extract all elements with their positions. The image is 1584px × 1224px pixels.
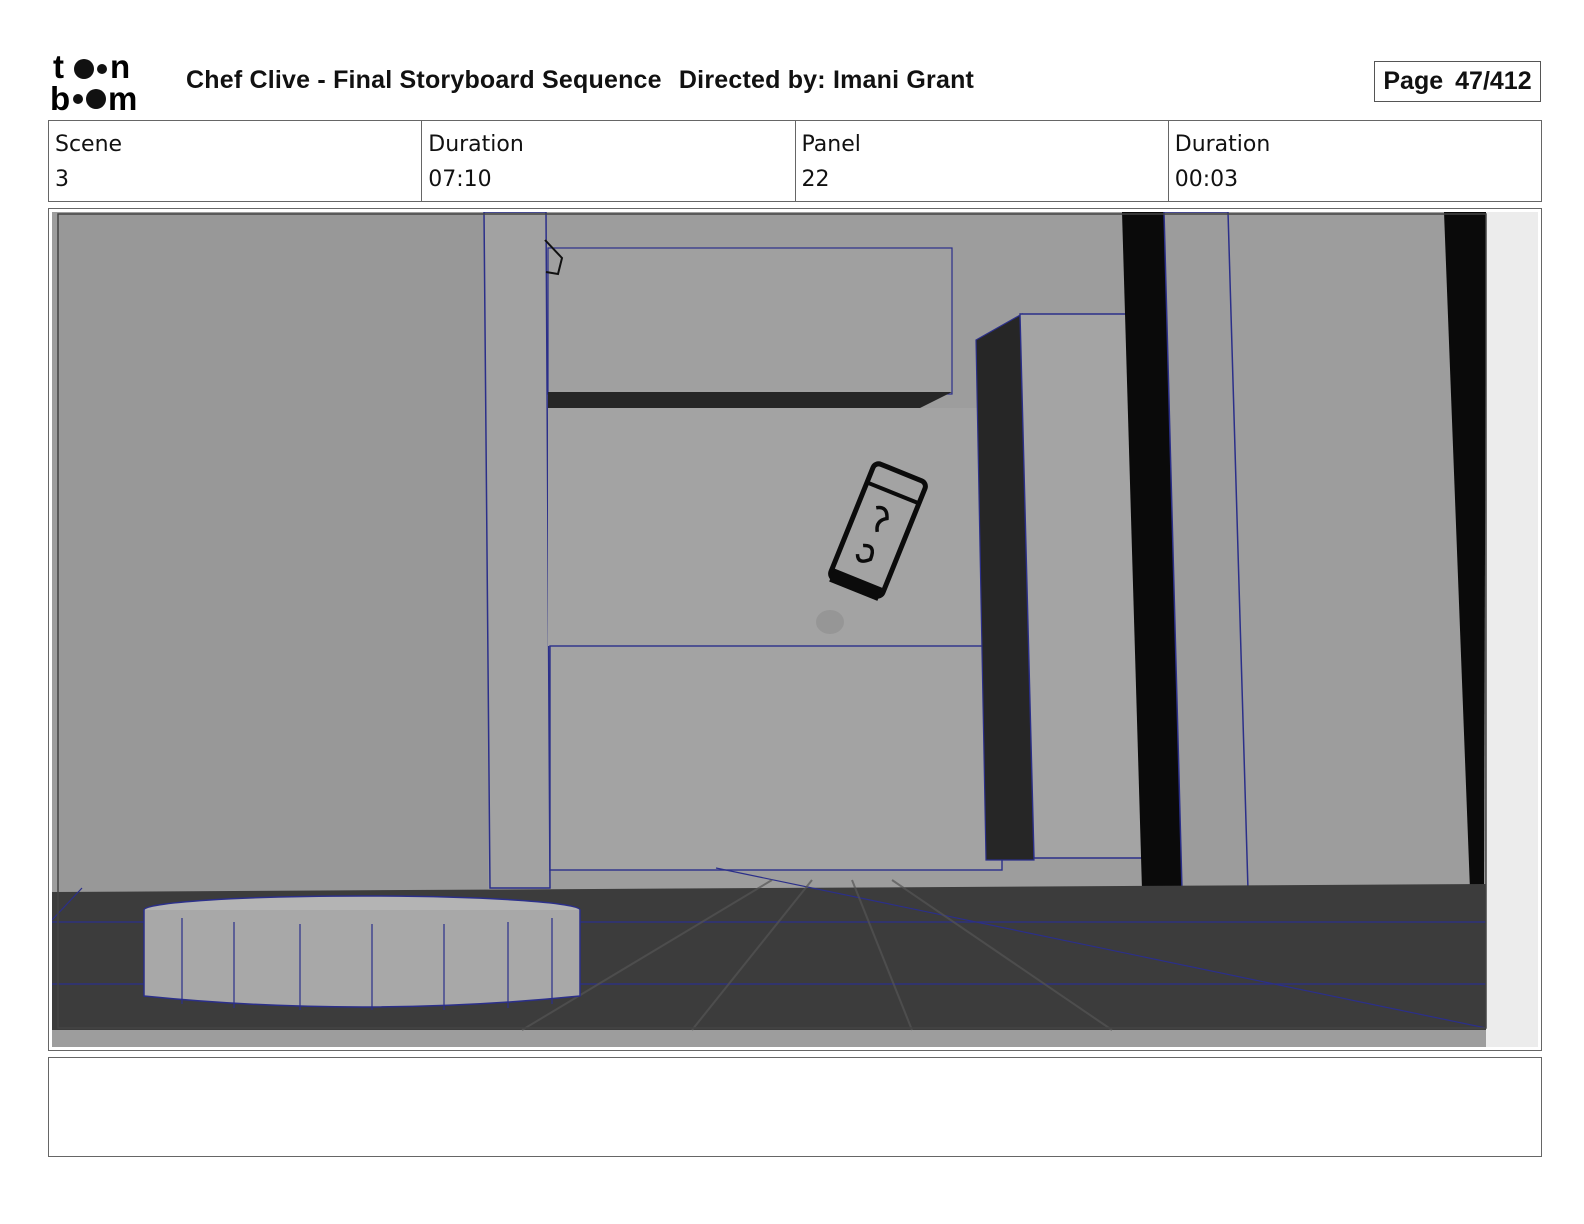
scene-duration-value: 07:10 [428,167,492,192]
panel-value: 22 [801,167,830,192]
panel-notes-box [48,1057,1542,1157]
project-title: Chef Clive - Final Storyboard Sequence [186,66,662,94]
panel-duration-cell: Duration 00:03 [1167,121,1541,201]
director-credit: Directed by: Imani Grant [678,66,975,94]
scene-duration-cell: Duration 07:10 [421,121,794,201]
svg-text:m: m [108,80,137,114]
storyboard-panel-image [52,212,1538,1047]
scene-duration-label: Duration [428,132,524,157]
scene-value: 3 [55,167,69,192]
toon-boom-logo: t n b m [50,50,137,114]
svg-text:b: b [50,80,70,114]
page-number-box: Page 47/412 [1374,61,1541,102]
page-label: Page [1383,67,1444,95]
panel-cell: Panel 22 [794,121,1168,201]
scene-cell: Scene 3 [49,121,421,201]
panel-info-table: Scene 3 Duration 07:10 Panel 22 Duration… [48,120,1542,202]
scene-label: Scene [55,132,123,157]
page-value: 47/412 [1455,67,1532,95]
panel-duration-label: Duration [1174,132,1271,157]
panel-label: Panel [801,132,861,157]
page-title: Chef Clive - Final Storyboard Sequence D… [186,66,974,95]
panel-duration-value: 00:03 [1174,167,1239,192]
